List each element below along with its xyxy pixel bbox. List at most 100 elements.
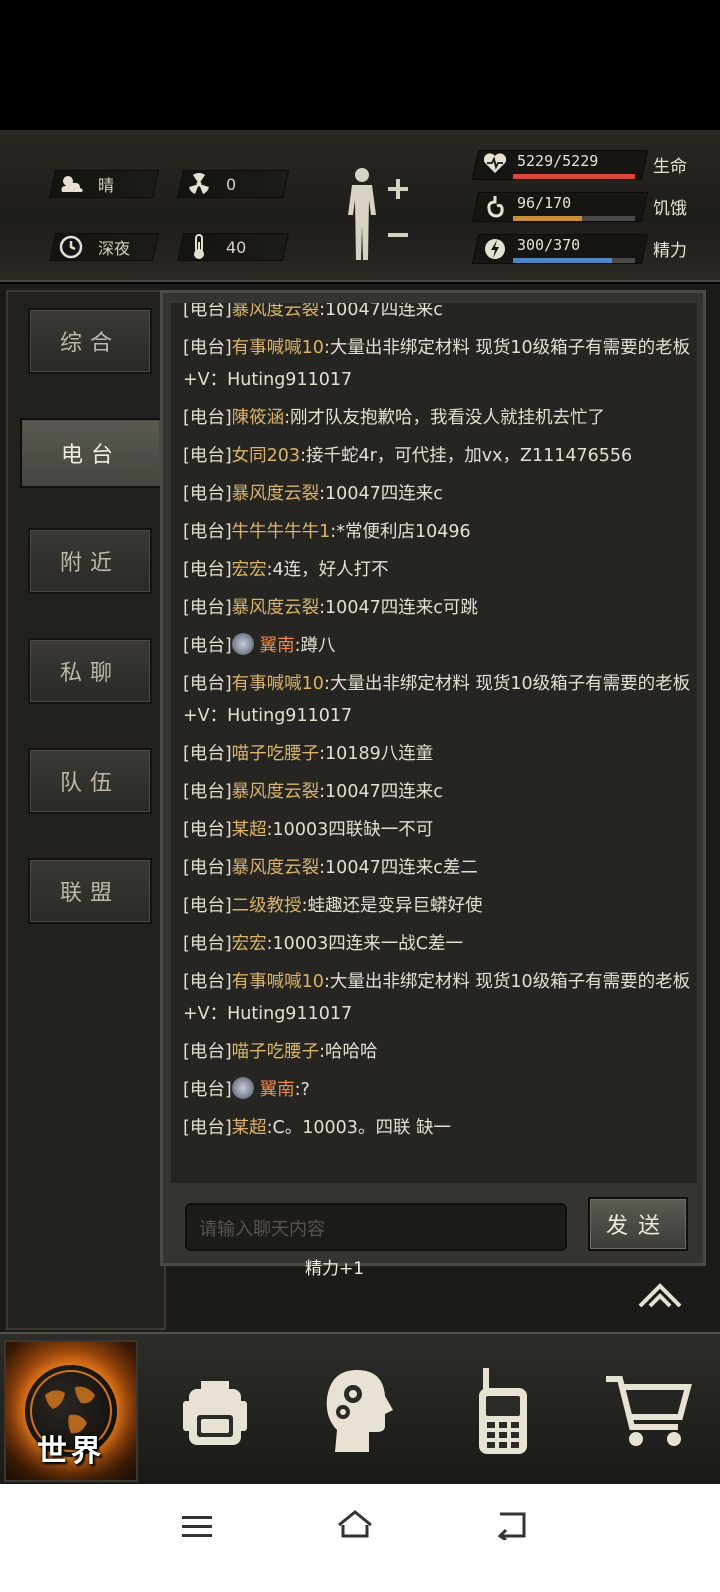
vip-badge-icon: [231, 633, 254, 655]
message-sender[interactable]: 暴风度云裂: [232, 598, 320, 618]
message-sender[interactable]: 翼南: [260, 1080, 295, 1100]
tab-alliance[interactable]: 联盟: [28, 858, 152, 924]
clock-icon: [58, 234, 84, 260]
message-channel: [电台]: [183, 1080, 232, 1100]
message-text: :接千蛇4r，可代挂，加vx，Z111476556: [300, 446, 633, 466]
nav-skills[interactable]: [292, 1340, 426, 1482]
chevron-up-icon: [638, 1283, 682, 1308]
tab-general[interactable]: 综合: [28, 308, 152, 374]
radiation-value: 0: [226, 174, 237, 194]
message-sender[interactable]: 喵子吃腰子: [232, 744, 320, 764]
nav-radio[interactable]: [436, 1340, 570, 1482]
message-sender[interactable]: 牛牛牛牛牛1: [232, 522, 331, 542]
message-sender[interactable]: 暴风度云裂: [232, 303, 320, 320]
message-text: :10003四联缺一不可: [266, 820, 434, 840]
weather-indicator: 晴: [58, 170, 114, 198]
message-text: :*常便利店10496: [330, 522, 471, 542]
chat-input[interactable]: 请输入聊天内容: [185, 1203, 567, 1251]
menu-icon[interactable]: [182, 1514, 212, 1544]
chat-message: [电台]女同203:接千蛇4r，可代挂，加vx，Z111476556: [183, 440, 693, 472]
message-sender[interactable]: 暴风度云裂: [232, 858, 320, 878]
nav-inventory[interactable]: [148, 1340, 282, 1482]
home-icon[interactable]: [336, 1508, 374, 1544]
message-sender[interactable]: 某超: [232, 820, 267, 840]
message-text: :C。10003。四联 缺一: [266, 1118, 452, 1138]
message-sender[interactable]: 翼南: [260, 636, 295, 656]
message-text: :10047四连来c可跳: [319, 598, 478, 618]
message-sender[interactable]: 有事喊喊10: [232, 972, 324, 992]
nav-shop[interactable]: [580, 1340, 714, 1482]
message-channel: [电台]: [183, 1118, 232, 1138]
message-sender[interactable]: 有事喊喊10: [232, 338, 324, 358]
lightning-icon: [483, 236, 507, 260]
collapse-arrow-button[interactable]: [636, 1280, 684, 1312]
tab-radio[interactable]: 电台: [20, 418, 162, 488]
message-sender[interactable]: 陳筱涵: [232, 408, 285, 428]
time-indicator: 深夜: [58, 232, 130, 262]
message-channel: [电台]: [183, 744, 232, 764]
chat-message: [电台]有事喊喊10:大量出非绑定材料 现货10级箱子有需要的老板+V：Huti…: [183, 668, 693, 732]
message-text: :蛙趣还是变异巨蟒好使: [301, 896, 483, 916]
chat-log[interactable]: [电台]暴风度云裂:10047四连来c [电台]有事喊喊10:大量出非绑定材料 现…: [171, 303, 697, 1183]
chat-message: [电台]有事喊喊10:大量出非绑定材料 现货10级箱子有需要的老板+V：Huti…: [183, 966, 693, 1030]
chat-message: [电台]二级教授:蛙趣还是变异巨蟒好使: [183, 890, 693, 922]
message-channel: [电台]: [183, 858, 232, 878]
health-stat: 5229/5229 生命: [471, 148, 705, 184]
backpack-icon: [183, 1381, 247, 1445]
walkie-talkie-icon: [479, 1368, 527, 1454]
temperature-value: 40: [226, 237, 247, 257]
message-channel: [电台]: [183, 782, 232, 802]
tab-nearby[interactable]: 附近: [28, 528, 152, 594]
message-sender[interactable]: 有事喊喊10: [232, 674, 324, 694]
message-text: :10047四连来c: [319, 303, 443, 320]
message-channel: [电台]: [183, 338, 232, 358]
chat-message: [电台]宏宏:4连，好人打不: [183, 554, 693, 586]
chat-message: [电台]暴风度云裂:10047四连来c: [183, 478, 693, 510]
energy-gain-popup: 精力+1: [305, 1259, 365, 1279]
message-sender[interactable]: 喵子吃腰子: [232, 1042, 320, 1062]
tab-team[interactable]: 队伍: [28, 748, 152, 814]
vip-badge-icon: [231, 1077, 254, 1099]
chat-message: [电台]某超:C。10003。四联 缺一: [183, 1112, 693, 1144]
message-sender[interactable]: 宏宏: [232, 560, 267, 580]
health-label: 生命: [653, 157, 687, 177]
message-text: :10047四连来c: [319, 484, 443, 504]
message-channel: [电台]: [183, 896, 232, 916]
thermometer-icon: [186, 234, 212, 260]
chat-message: [电台]暴风度云裂:10047四连来c: [183, 303, 693, 326]
message-channel: [电台]: [183, 674, 232, 694]
message-channel: [电台]: [183, 522, 232, 542]
chat-message: [电台] 翼南:?: [183, 1074, 693, 1106]
nav-world-label: 世界: [37, 1434, 105, 1469]
message-text: :10189八连童: [319, 744, 434, 764]
message-text: :10003四连来一战C差一: [266, 934, 463, 954]
chat-message: [电台]有事喊喊10:大量出非绑定材料 现货10级箱子有需要的老板+V：Huti…: [183, 332, 693, 396]
message-sender[interactable]: 暴风度云裂: [232, 782, 320, 802]
stomach-icon: [483, 194, 507, 218]
health-value: 5229/5229: [517, 152, 599, 170]
message-text: :?: [294, 1080, 310, 1100]
message-text: :刚才队友抱歉哈，我看没人就挂机去忙了: [284, 408, 606, 428]
energy-label: 精力: [653, 241, 687, 261]
message-channel: [电台]: [183, 972, 232, 992]
chat-message: [电台]宏宏:10003四连来一战C差一: [183, 928, 693, 960]
tab-private[interactable]: 私聊: [28, 638, 152, 704]
character-body-button[interactable]: [340, 165, 420, 265]
message-sender[interactable]: 二级教授: [232, 896, 302, 916]
message-sender[interactable]: 某超: [232, 1118, 267, 1138]
send-button[interactable]: 发送: [588, 1197, 688, 1251]
chat-message: [电台]暴风度云裂:10047四连来c可跳: [183, 592, 693, 624]
cloud-sun-icon: [58, 171, 84, 197]
chat-screen: 综合 电台 附近 私聊 队伍 联盟 [电台]暴风度云裂:10047四连来c [电台…: [0, 284, 720, 1332]
weather-value: 晴: [98, 176, 115, 195]
cart-icon: [606, 1376, 692, 1446]
back-icon[interactable]: [496, 1510, 528, 1544]
message-sender[interactable]: 宏宏: [232, 934, 267, 954]
message-sender[interactable]: 女同203: [232, 446, 300, 466]
message-sender[interactable]: 暴风度云裂: [232, 484, 320, 504]
message-list: [电台]暴风度云裂:10047四连来c [电台]有事喊喊10:大量出非绑定材料 现…: [183, 303, 693, 1150]
nav-world[interactable]: 世界: [4, 1340, 138, 1482]
hunger-bar-fill: [513, 216, 582, 221]
message-channel: [电台]: [183, 560, 232, 580]
energy-bar-fill: [513, 258, 612, 263]
